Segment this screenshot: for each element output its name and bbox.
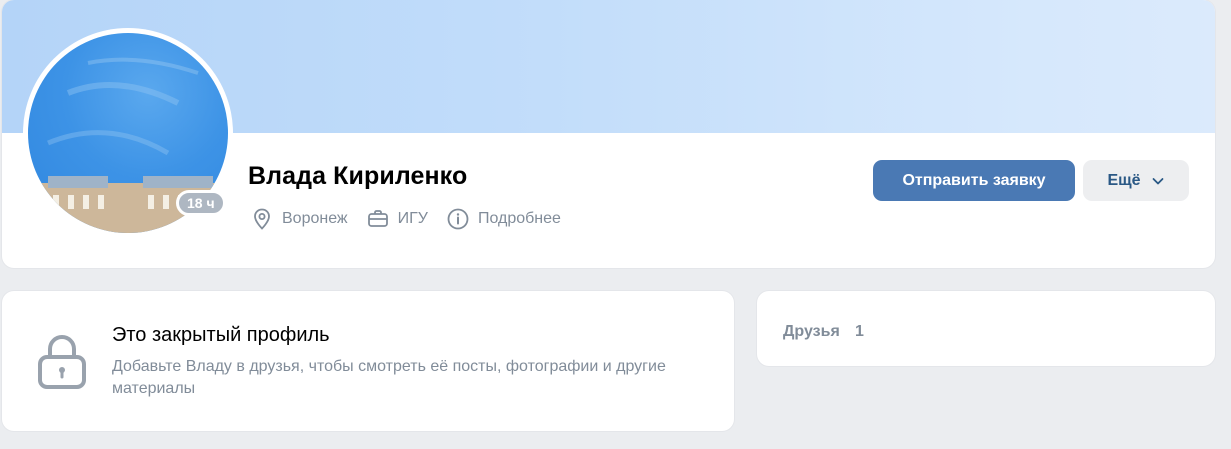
friends-label: Друзья [783,323,840,340]
more-actions-button[interactable]: Ещё [1083,160,1189,201]
send-request-label: Отправить заявку [902,171,1046,189]
meta-more-info-label: Подробнее [477,210,561,227]
friends-count: 1 [855,323,864,340]
profile-name: Влада Кириленко [248,162,468,190]
chevron-down-icon [1152,177,1163,184]
meta-university[interactable]: ИГУ [366,207,428,231]
friends-card[interactable]: Друзья 1 [757,291,1215,366]
closed-profile-title: Это закрытый профиль [112,324,330,346]
briefcase-icon [367,210,388,227]
more-label: Ещё [1107,171,1141,189]
send-friend-request-button[interactable]: Отправить заявку [873,160,1075,201]
lock-icon [38,335,86,389]
info-icon [447,208,469,230]
profile-meta: Воронеж ИГУ Подробнее [250,207,579,231]
meta-more-info[interactable]: Подробнее [446,207,561,231]
meta-university-label: ИГУ [397,210,428,227]
meta-city[interactable]: Воронеж [250,207,348,231]
meta-city-label: Воронеж [282,210,348,227]
closed-profile-description: Добавьте Владу в друзья, чтобы смотреть … [112,358,666,397]
location-pin-icon [254,208,270,230]
last-seen-badge: 18 ч [176,190,226,216]
